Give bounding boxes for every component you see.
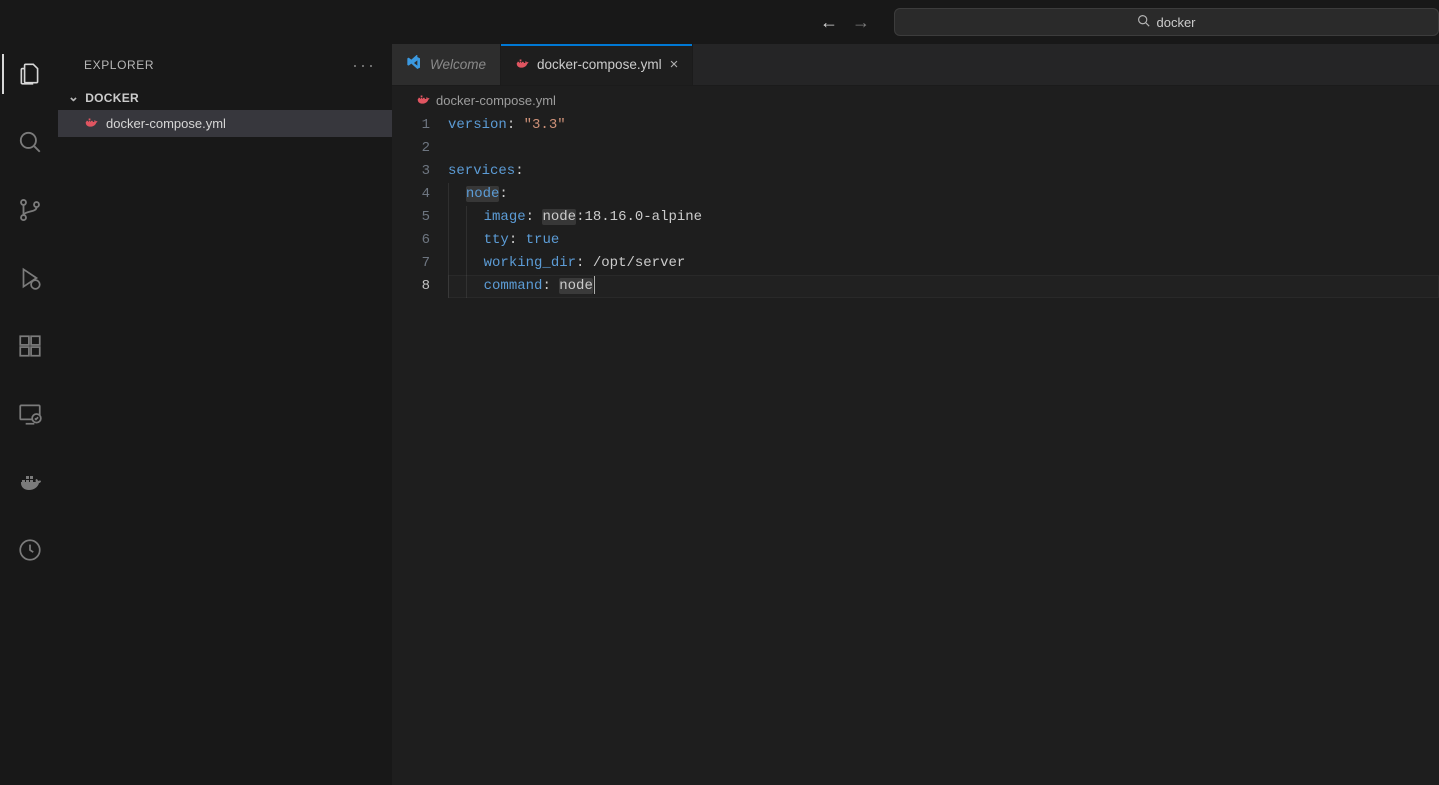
line-number: 1 [392,114,430,137]
docker-icon [18,470,42,494]
beaker-icon [17,537,43,563]
activity-docker[interactable] [2,462,58,502]
nav-forward-button[interactable]: → [852,12,870,33]
folder-header[interactable]: ⌄ DOCKER [58,86,392,110]
docker-icon [84,115,98,132]
editor-tabs: Welcome docker-compose.yml × [392,44,1439,86]
title-bar: ← → docker [0,0,1439,44]
chevron-down-icon: ⌄ [68,89,79,105]
code-line[interactable]: services: [448,160,1439,183]
line-number: 2 [392,137,430,160]
play-bug-icon [17,265,43,291]
sidebar-more-button[interactable]: ··· [352,55,376,76]
code-line[interactable]: command: node [448,275,1439,298]
code-line[interactable]: working_dir: /opt/server [448,252,1439,275]
sidebar-title: EXPLORER [84,58,154,72]
code-line[interactable]: image: node:18.16.0-alpine [448,206,1439,229]
close-icon[interactable]: × [670,56,679,73]
nav-back-button[interactable]: ← [820,12,838,33]
line-number: 8 [392,275,430,298]
line-number: 5 [392,206,430,229]
search-text: docker [1156,15,1195,30]
activity-explorer[interactable] [2,54,58,94]
search-icon [1137,14,1150,30]
line-number: 3 [392,160,430,183]
vscode-icon [406,55,422,74]
editor-area: Welcome docker-compose.yml × docker-compos… [392,44,1439,785]
docker-icon [515,56,529,73]
folder-name: DOCKER [85,91,139,105]
branch-icon [17,197,43,223]
activity-remote-explorer[interactable] [2,394,58,434]
activity-run-debug[interactable] [2,258,58,298]
breadcrumb-label: docker-compose.yml [436,93,556,108]
tab-label: docker-compose.yml [537,57,662,72]
activity-source-control[interactable] [2,190,58,230]
remote-icon [17,401,43,427]
tab-welcome[interactable]: Welcome [392,44,501,85]
files-icon [17,61,43,87]
code-editor[interactable]: 12345678 version: "3.3" services: node: i… [392,114,1439,785]
docker-icon [416,92,430,109]
line-number: 7 [392,252,430,275]
line-number: 4 [392,183,430,206]
tab-label: Welcome [430,57,486,72]
extensions-icon [17,333,43,359]
file-row[interactable]: docker-compose.yml [58,110,392,137]
activity-extensions[interactable] [2,326,58,366]
command-center-search[interactable]: docker [894,8,1439,36]
activity-testing[interactable] [2,530,58,570]
activity-search[interactable] [2,122,58,162]
explorer-sidebar: EXPLORER ··· ⌄ DOCKER docker-compose.yml [58,44,392,785]
code-line[interactable] [448,137,1439,160]
activity-bar [0,44,58,785]
search-icon [17,129,43,155]
code-line[interactable]: node: [448,183,1439,206]
code-line[interactable]: tty: true [448,229,1439,252]
line-number: 6 [392,229,430,252]
breadcrumb[interactable]: docker-compose.yml [392,86,1439,114]
tab-docker-compose-yml[interactable]: docker-compose.yml × [501,44,693,85]
file-name: docker-compose.yml [106,116,226,131]
code-line[interactable]: version: "3.3" [448,114,1439,137]
